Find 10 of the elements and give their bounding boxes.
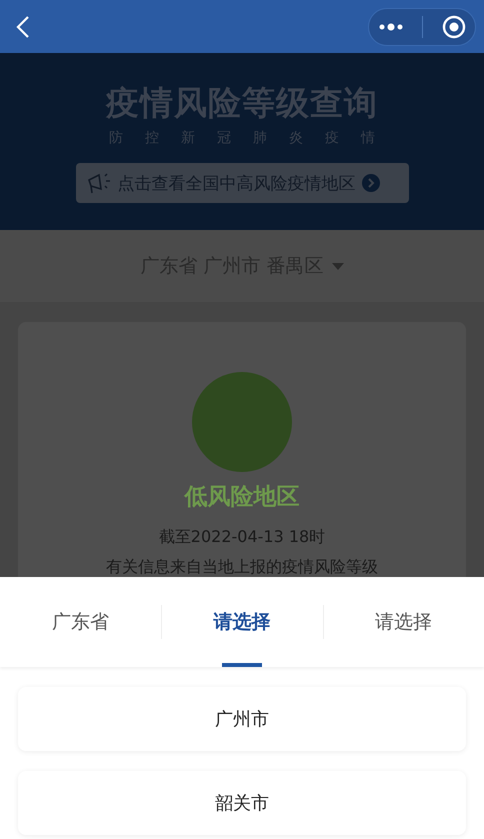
city-option[interactable]: 韶关市 — [18, 771, 466, 835]
risk-level: 低风险地区 — [184, 483, 300, 512]
back-button[interactable] — [16, 14, 30, 38]
picker-tab[interactable]: 广东省 — [34, 577, 128, 667]
chevron-icon — [362, 174, 380, 192]
caret-icon — [332, 262, 344, 270]
picker-tab[interactable]: 请选择 — [195, 577, 288, 667]
more-icon[interactable] — [378, 22, 402, 32]
city-option[interactable]: 广州市 — [18, 687, 466, 751]
picker-tab[interactable]: 请选择 — [356, 577, 450, 667]
